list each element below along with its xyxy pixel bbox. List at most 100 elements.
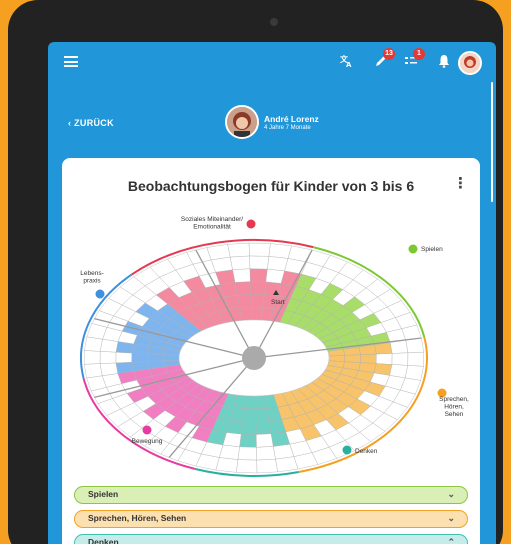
sozial-legend-line: Soziales Miteinander/: [181, 216, 243, 223]
pencil-icon[interactable]: 13: [374, 48, 395, 73]
wheel-cell: [255, 420, 272, 435]
bewegung-legend-label: Bewegung: [132, 438, 163, 445]
wheel-cell: [360, 353, 377, 364]
wheel-cell: [147, 353, 164, 362]
sozial-legend-dot: [246, 219, 256, 229]
wheel-cell: [250, 294, 265, 308]
back-button[interactable]: ‹ ZURÜCK: [68, 118, 114, 128]
chevron-down-icon: ⌄: [447, 513, 455, 523]
sprechen-legend-line: Hören,: [444, 404, 464, 411]
sprechen-legend-label: Sprechen, Hören, Sehen: [439, 396, 469, 418]
denken-legend-line: Denken: [355, 448, 378, 455]
wheel-cell: [249, 255, 270, 270]
bell-icon[interactable]: [438, 54, 450, 73]
wheel-cell: [391, 352, 409, 366]
wheel-cell: [115, 361, 134, 374]
wheel-cell: [255, 408, 270, 422]
lebenspraxis-legend-line: praxis: [83, 278, 101, 285]
top-bar: 文A 13 1: [48, 42, 496, 82]
bewegung-legend-dot: [142, 425, 152, 435]
user-avatar[interactable]: [458, 51, 482, 75]
pencil-badge: 13: [383, 48, 395, 60]
svg-text:A: A: [346, 61, 352, 68]
lebenspraxis-legend-dot: [95, 289, 105, 299]
checklist-icon[interactable]: 1: [404, 48, 425, 73]
accordion-3[interactable]: Denken ⌃: [74, 534, 468, 544]
app-screen: 文A 13 1 ‹ ZURÜCK André Lorenz 4 Jahre 7 …: [48, 42, 496, 544]
wheel-cell: [236, 459, 258, 474]
observation-wheel: StartSoziales Miteinander/EmotionalitätS…: [80, 216, 469, 477]
denken-legend-dot: [342, 445, 352, 455]
wheel-cell: [227, 242, 250, 258]
wheel-cell: [251, 306, 264, 321]
wheel-cell: [255, 395, 267, 410]
back-label: ZURÜCK: [74, 118, 114, 128]
wheel-cell: [244, 395, 256, 410]
wheel-cell: [242, 408, 257, 422]
wheel-cell: [256, 446, 276, 461]
wheel-cell: [215, 457, 239, 473]
spielen-legend-line: Spielen: [421, 246, 443, 253]
observation-card: Beobachtungsbogen für Kinder von 3 bis 6…: [62, 158, 480, 544]
wheel-cell: [99, 362, 119, 376]
wheel-cell: [275, 456, 299, 473]
wheel-cell: [84, 363, 103, 379]
wheel-cell: [99, 351, 117, 364]
sprechen-legend-line: Sehen: [445, 411, 464, 418]
lebenspraxis-legend-line: Lebens-: [80, 270, 104, 277]
wheel-cell: [375, 353, 393, 365]
child-avatar: [225, 105, 259, 139]
checklist-badge: 1: [413, 48, 425, 60]
card-title: Beobachtungsbogen für Kinder von 3 bis 6: [127, 178, 415, 194]
chevron-down-icon: ⌄: [447, 489, 455, 499]
bewegung-legend-line: Bewegung: [132, 438, 163, 445]
wheel-cell: [237, 446, 257, 461]
accordion-2[interactable]: Sprechen, Hören, Sehen ⌄: [74, 510, 468, 528]
child-name: André Lorenz: [264, 114, 319, 124]
wheel-cell: [256, 458, 278, 474]
wheel-cell: [131, 352, 148, 363]
accordion-label: Denken: [88, 537, 119, 544]
accordion-label: Sprechen, Hören, Sehen: [88, 513, 187, 523]
chevron-up-icon: ⌃: [447, 537, 455, 544]
sozial-legend-label: Soziales Miteinander/Emotionalität: [181, 216, 243, 231]
scrollbar[interactable]: [491, 82, 493, 202]
sprechen-legend-line: Sprechen,: [439, 396, 469, 403]
denken-legend-label: Denken: [355, 448, 378, 455]
wheel-cell: [344, 354, 361, 363]
wheel-cell: [248, 242, 271, 257]
spielen-legend-dot: [408, 244, 418, 254]
wheel-cell: [268, 243, 292, 259]
camera-dot: [270, 18, 278, 26]
tablet-frame: 文A 13 1 ‹ ZURÜCK André Lorenz 4 Jahre 7 …: [8, 0, 503, 544]
spielen-legend-label: Spielen: [421, 246, 443, 253]
start-label: Start: [271, 299, 285, 306]
wheel-cell: [206, 244, 231, 261]
wheel-cell: [389, 340, 409, 354]
wheel-cell: [267, 256, 289, 272]
wheel-cell: [407, 351, 424, 367]
hub-circle: [242, 346, 266, 370]
accordion-label: Spielen: [88, 489, 119, 499]
wheel-cell: [237, 294, 252, 308]
lebenspraxis-legend-label: Lebens-praxis: [80, 270, 104, 285]
wheel-cell: [84, 336, 103, 352]
translate-icon[interactable]: 文A: [340, 54, 354, 73]
wheel-cell: [232, 268, 251, 283]
wheel-cell: [250, 281, 267, 295]
wheel-cell: [405, 337, 425, 354]
wheel-cell: [240, 421, 257, 435]
more-vert-icon[interactable]: ⋮: [453, 176, 468, 191]
accordion-1[interactable]: Spielen ⌄: [74, 486, 468, 504]
sozial-legend-line: Emotionalität: [193, 224, 231, 231]
wheel-cell: [234, 281, 252, 296]
child-age: 4 Jahre 7 Monate: [264, 125, 311, 131]
wheel-cell: [163, 354, 180, 361]
wheel-cell: [239, 433, 257, 448]
wheel-cell: [255, 433, 274, 448]
wheel-cell: [115, 351, 132, 364]
wheel-cell: [374, 342, 393, 355]
menu-icon[interactable]: [64, 56, 78, 67]
wheel-cell: [229, 255, 251, 270]
wheel-cell: [249, 268, 268, 283]
